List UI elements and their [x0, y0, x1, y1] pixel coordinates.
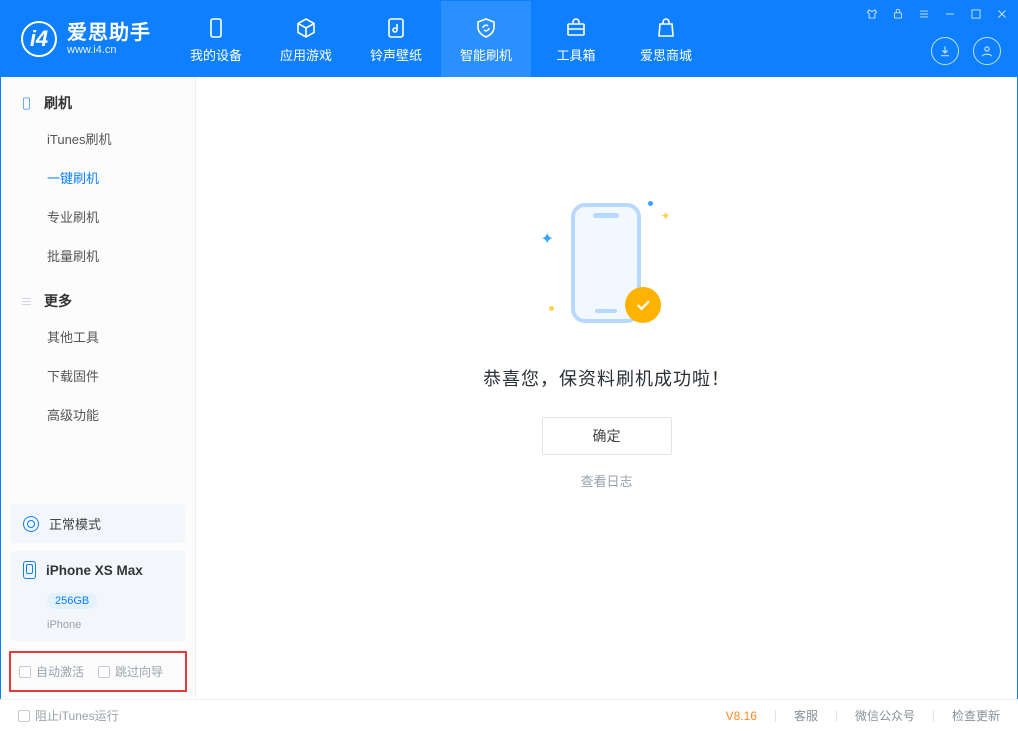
sidebar-item-label: 专业刷机 — [47, 210, 99, 225]
tab-toolbox[interactable]: 工具箱 — [531, 1, 621, 77]
mode-icon — [23, 516, 39, 532]
app-header: i4 爱思助手 www.i4.cn 我的设备 应用游戏 铃声壁纸 智能刷机 工具… — [1, 1, 1017, 77]
sidebar-group-flash: 刷机 — [1, 77, 195, 119]
link-label: 查看日志 — [580, 474, 632, 489]
download-button[interactable] — [931, 37, 959, 65]
tab-label: 应用游戏 — [280, 45, 332, 64]
toolbox-icon — [563, 15, 589, 41]
dot-icon — [549, 306, 554, 311]
checkmark-badge-icon — [625, 287, 661, 323]
logo-icon: i4 — [21, 21, 57, 57]
checkbox-label: 自动激活 — [36, 663, 84, 680]
link-label: 微信公众号 — [855, 709, 915, 723]
bag-icon — [653, 15, 679, 41]
checkbox-block-itunes[interactable]: 阻止iTunes运行 — [18, 707, 119, 724]
main-content: ✦ ✦ 恭喜您，保资料刷机成功啦！ 确定 查看日志 — [196, 77, 1017, 698]
button-label: 确定 — [593, 428, 621, 444]
sidebar-group-label: 更多 — [44, 291, 72, 311]
list-icon — [19, 294, 34, 309]
ok-button[interactable]: 确定 — [542, 417, 672, 455]
app-body: 刷机 iTunes刷机 一键刷机 专业刷机 批量刷机 更多 其他工具 下载固件 … — [1, 77, 1017, 698]
sidebar-item-label: iTunes刷机 — [47, 132, 112, 147]
sidebar: 刷机 iTunes刷机 一键刷机 专业刷机 批量刷机 更多 其他工具 下载固件 … — [1, 77, 196, 698]
tab-store[interactable]: 爱思商城 — [621, 1, 711, 77]
maximize-icon[interactable] — [967, 5, 985, 23]
checkbox-skip-guide[interactable]: 跳过向导 — [98, 663, 163, 680]
cube-icon — [293, 15, 319, 41]
sidebar-item-label: 一键刷机 — [47, 171, 99, 186]
sidebar-item-batch-flash[interactable]: 批量刷机 — [1, 236, 195, 275]
separator — [775, 710, 776, 722]
sidebar-item-pro-flash[interactable]: 专业刷机 — [1, 197, 195, 236]
menu-icon[interactable] — [915, 5, 933, 23]
header-round-buttons — [931, 37, 1001, 65]
status-bar: 阻止iTunes运行 V8.16 客服 微信公众号 检查更新 — [0, 699, 1018, 731]
sidebar-item-label: 高级功能 — [47, 408, 99, 423]
music-file-icon — [383, 15, 409, 41]
tab-smart-flash[interactable]: 智能刷机 — [441, 1, 531, 77]
tab-bar: 我的设备 应用游戏 铃声壁纸 智能刷机 工具箱 爱思商城 — [171, 1, 711, 77]
device-type-label: iPhone — [47, 619, 173, 631]
check-update-link[interactable]: 检查更新 — [952, 707, 1000, 724]
sparkle-icon: ✦ — [541, 229, 554, 249]
checkbox-icon — [98, 666, 110, 678]
sidebar-item-other-tools[interactable]: 其他工具 — [1, 317, 195, 356]
device-icon — [203, 15, 229, 41]
separator — [933, 710, 934, 722]
sidebar-item-label: 批量刷机 — [47, 249, 99, 264]
checkbox-label: 阻止iTunes运行 — [35, 707, 119, 724]
sidebar-item-advanced[interactable]: 高级功能 — [1, 395, 195, 434]
account-button[interactable] — [973, 37, 1001, 65]
tab-apps[interactable]: 应用游戏 — [261, 1, 351, 77]
tab-label: 铃声壁纸 — [370, 45, 422, 64]
device-info-box[interactable]: iPhone XS Max 256GB iPhone — [11, 551, 185, 641]
link-label: 客服 — [794, 709, 818, 723]
tab-label: 智能刷机 — [460, 45, 512, 64]
minimize-icon[interactable] — [941, 5, 959, 23]
refresh-shield-icon — [473, 15, 499, 41]
close-icon[interactable] — [993, 5, 1011, 23]
sparkle-icon: ✦ — [660, 209, 670, 223]
device-name: iPhone XS Max — [46, 563, 143, 578]
phone-icon — [19, 96, 34, 111]
logo-subtitle: www.i4.cn — [67, 44, 151, 56]
device-mode-label: 正常模式 — [49, 514, 101, 533]
checkbox-icon — [19, 666, 31, 678]
version-label: V8.16 — [726, 709, 757, 723]
sidebar-item-label: 下载固件 — [47, 369, 99, 384]
tab-label: 爱思商城 — [640, 45, 692, 64]
checkbox-icon — [18, 710, 30, 722]
success-message: 恭喜您，保资料刷机成功啦！ — [483, 365, 730, 391]
device-capacity-badge: 256GB — [47, 593, 97, 609]
sidebar-item-download-firmware[interactable]: 下载固件 — [1, 356, 195, 395]
support-link[interactable]: 客服 — [794, 707, 818, 724]
separator — [836, 710, 837, 722]
tab-label: 我的设备 — [190, 45, 242, 64]
phone-outline-icon — [23, 561, 36, 579]
logo-title: 爱思助手 — [67, 22, 151, 44]
sidebar-group-label: 刷机 — [44, 93, 72, 113]
view-log-link[interactable]: 查看日志 — [580, 471, 632, 490]
shirt-icon[interactable] — [863, 5, 881, 23]
window-controls — [863, 5, 1011, 23]
app-logo: i4 爱思助手 www.i4.cn — [1, 1, 171, 77]
sidebar-item-itunes-flash[interactable]: iTunes刷机 — [1, 119, 195, 158]
sidebar-item-onekey-flash[interactable]: 一键刷机 — [1, 158, 195, 197]
sidebar-group-more: 更多 — [1, 275, 195, 317]
tab-my-device[interactable]: 我的设备 — [171, 1, 261, 77]
tab-label: 工具箱 — [556, 45, 595, 64]
checkbox-label: 跳过向导 — [115, 663, 163, 680]
highlighted-options: 自动激活 跳过向导 — [9, 651, 187, 692]
success-illustration: ✦ ✦ — [527, 197, 687, 337]
device-mode-box[interactable]: 正常模式 — [11, 504, 185, 543]
checkbox-auto-activate[interactable]: 自动激活 — [19, 663, 84, 680]
link-label: 检查更新 — [952, 709, 1000, 723]
wechat-link[interactable]: 微信公众号 — [855, 707, 915, 724]
sidebar-item-label: 其他工具 — [47, 330, 99, 345]
lock-icon[interactable] — [889, 5, 907, 23]
dot-icon — [648, 201, 653, 206]
tab-ringtone[interactable]: 铃声壁纸 — [351, 1, 441, 77]
